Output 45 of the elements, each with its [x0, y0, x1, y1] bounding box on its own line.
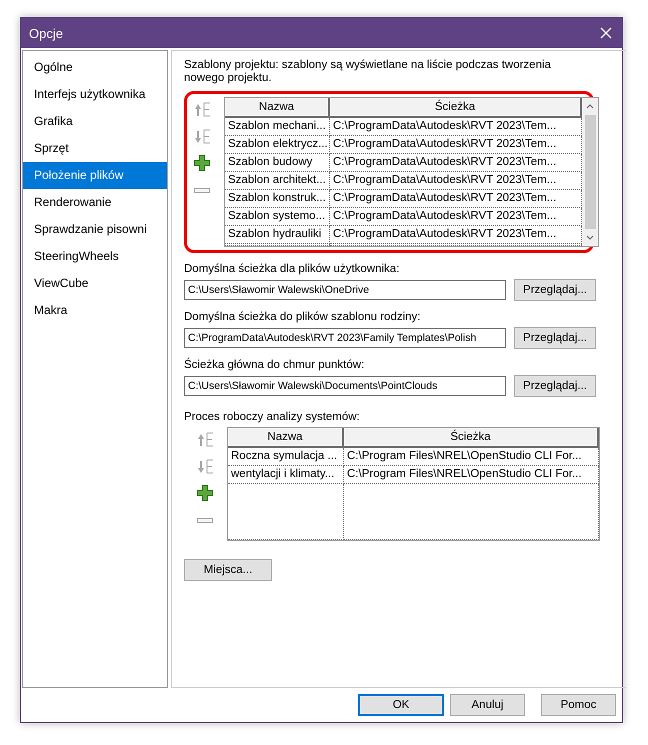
field-label: Domyślna ścieżka dla plików użytkownika:	[184, 263, 400, 275]
window-title: Opcje	[29, 26, 63, 40]
browse-button[interactable]: Przeglądaj...	[514, 327, 596, 349]
table-cell: Szablon mechani...	[225, 118, 330, 136]
field-label: Domyślna ścieżka do plików szablonu rodziny:	[184, 311, 422, 323]
table-cell: C:\Program Files\NREL\OpenStudio CLI For...	[344, 448, 599, 466]
sidebar-item[interactable]: ViewCube	[23, 270, 167, 297]
table-cell: Szablon hydrauliki	[225, 226, 330, 244]
scrollbar[interactable]	[582, 98, 598, 246]
sidebar-item[interactable]: Renderowanie	[23, 189, 167, 216]
table-cell: Szablon architekt...	[225, 172, 330, 190]
sidebar-item[interactable]: Sprawdzanie pisowni	[23, 216, 167, 243]
sidebar-item[interactable]: SteeringWheels	[23, 243, 167, 270]
path-field[interactable]: C:\Users\Sławomir Walewski\OneDrive	[184, 280, 506, 300]
path-field[interactable]: C:\Users\Sławomir Walewski\Documents\PointClouds	[184, 376, 506, 396]
dialog-button[interactable]: OK	[358, 694, 444, 716]
browse-button[interactable]: Przeglądaj...	[514, 375, 596, 397]
places-button[interactable]: Miejsca...	[184, 559, 272, 581]
table-cell: wentylacji i klimaty...	[228, 466, 344, 484]
plus-icon[interactable]	[196, 484, 214, 502]
sidebar-item[interactable]: Grafika	[23, 108, 167, 135]
sidebar-item[interactable]: Sprzęt	[23, 135, 167, 162]
close-icon[interactable]	[600, 27, 612, 39]
sidebar-item[interactable]: Położenie plików	[23, 162, 167, 189]
table-cell: Szablon budowy	[225, 154, 330, 172]
column-header[interactable]: Ścieżka	[344, 428, 599, 448]
column-header[interactable]: Nazwa	[225, 98, 330, 118]
table-cell: Szablon elektrycz...	[225, 136, 330, 154]
path-field[interactable]: C:\ProgramData\Autodesk\RVT 2023\Family Templates\Polish	[184, 328, 506, 348]
table-cell: Szablon systemo...	[225, 208, 330, 226]
table-cell: C:\Program Files\NREL\OpenStudio CLI For...	[344, 466, 599, 484]
sidebar-item[interactable]: Makra	[23, 297, 167, 324]
dialog-button[interactable]: Anuluj	[450, 694, 525, 716]
sidebar-item[interactable]: Ogólne	[23, 54, 167, 81]
field-label: Ścieżka główna do chmur punktów:	[184, 359, 366, 371]
plus-icon[interactable]	[193, 154, 211, 172]
column-header[interactable]: Ścieżka	[330, 98, 582, 118]
browse-button[interactable]: Przeglądaj...	[514, 279, 596, 301]
section-label: Proces roboczy analizy systemów:	[184, 411, 361, 423]
description-text: Szablony projektu: szablony są wyświetlane na liście podczas tworzenia nowego projektu.	[184, 59, 552, 85]
dialog-button[interactable]: Pomoc	[541, 694, 616, 716]
sidebar-item[interactable]: Interfejs użytkownika	[23, 81, 167, 108]
table-cell: Roczna symulacja ...	[228, 448, 344, 466]
table-cell: Szablon konstruk...	[225, 190, 330, 208]
column-header[interactable]: Nazwa	[228, 428, 344, 448]
